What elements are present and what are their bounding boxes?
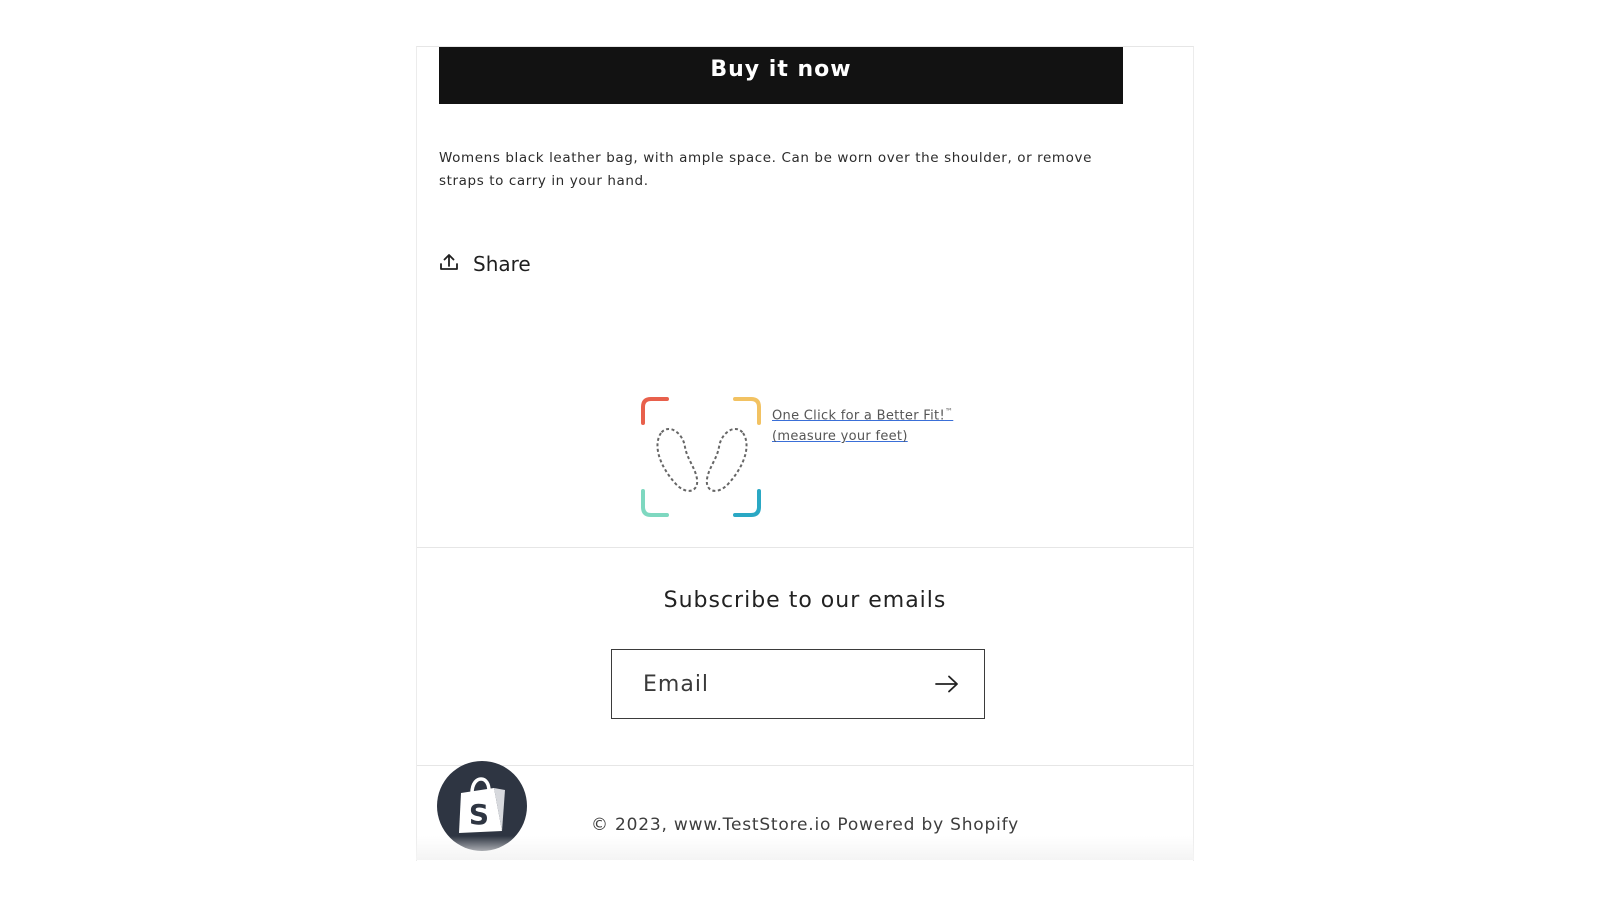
bottom-fade [416,836,1194,860]
email-input[interactable] [612,649,934,719]
subscribe-submit-button[interactable] [934,650,984,718]
fit-link[interactable]: One Click for a Better Fit!™ (measure yo… [772,401,953,447]
email-form [611,649,985,719]
share-label: Share [473,252,531,276]
arrow-right-icon [935,675,958,693]
footer-divider [417,765,1193,766]
trademark-mark: ™ [944,407,954,416]
buy-it-now-button[interactable]: Buy it now [439,47,1123,104]
section-divider [417,547,1193,548]
newsletter-title: Subscribe to our emails [663,588,947,613]
fit-link-line2: (measure your feet) [772,429,908,445]
copyright-text: © 2023, www.TestStore.io Powered by Shop… [591,815,1019,835]
fit-link-line1: One Click for a Better Fit! [772,408,945,424]
feet-measure-icon [641,397,761,517]
share-upload-icon [439,252,459,277]
product-description: Womens black leather bag, with ample spa… [439,150,1093,189]
fit-widget[interactable]: One Click for a Better Fit!™ (measure yo… [639,395,969,525]
share-button[interactable]: Share [439,249,531,279]
product-page: Buy it now Womens black leather bag, wit… [416,46,1194,861]
